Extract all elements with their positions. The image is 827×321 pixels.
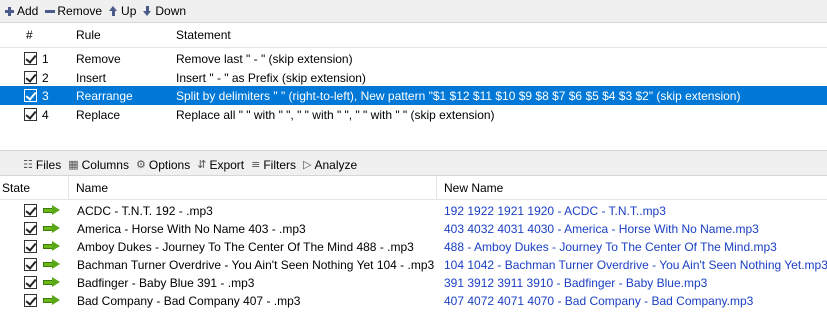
file-new-name: 407 4072 4071 4070 - Bad Company - Bad C…	[444, 294, 754, 308]
add-label: Add	[17, 4, 39, 18]
column-separator[interactable]	[436, 176, 437, 200]
files-label: Files	[35, 157, 62, 172]
columns-label: Columns	[81, 157, 129, 172]
file-checkbox[interactable]	[24, 240, 37, 253]
move-up-button[interactable]: Up	[109, 4, 136, 18]
file-name: Bachman Turner Overdrive - You Ain't See…	[77, 258, 435, 272]
file-name: Amboy Dukes - Journey To The Center Of T…	[77, 240, 414, 254]
file-checkbox[interactable]	[24, 204, 37, 217]
file-row[interactable]: Bad Company - Bad Company 407 - .mp3 407…	[0, 291, 827, 310]
column-separator[interactable]	[68, 176, 69, 200]
file-row[interactable]: Amboy Dukes - Journey To The Center Of T…	[0, 237, 827, 256]
file-name: Bad Company - Bad Company 407 - .mp3	[77, 294, 301, 308]
rename-arrow-icon	[43, 205, 60, 216]
move-down-button[interactable]: Down	[143, 4, 186, 18]
file-checkbox[interactable]	[24, 294, 37, 307]
rename-arrow-icon	[43, 277, 60, 288]
rule-num: 3	[42, 89, 49, 103]
file-name: ACDC - T.N.T. 192 - .mp3	[77, 204, 213, 218]
export-menu-button[interactable]: ⇵ Export	[197, 158, 244, 172]
file-checkbox[interactable]	[24, 276, 37, 289]
analyze-label: Analyze	[314, 157, 358, 172]
file-new-name: 403 4032 4031 4030 - America - Horse Wit…	[444, 222, 759, 236]
rules-list: # Rule Statement 1 Remove Remove last " …	[0, 22, 827, 150]
rename-arrow-icon	[43, 241, 60, 252]
arrow-up-icon	[109, 6, 118, 16]
options-label: Options	[148, 157, 191, 172]
rules-toolbar: Add Remove Up Down	[0, 0, 827, 22]
analyze-menu-button[interactable]: ▷ Analyze	[303, 158, 357, 172]
files-menu-button[interactable]: ☷ Files	[23, 158, 61, 172]
header-num[interactable]: #	[26, 28, 33, 42]
rule-statement: Replace all " " with " ", " " with " ", …	[176, 108, 495, 122]
rules-header: # Rule Statement	[0, 23, 827, 48]
rule-checkbox[interactable]	[24, 89, 37, 102]
rule-checkbox[interactable]	[24, 52, 37, 65]
file-new-name: 391 3912 3911 3910 - Badfinger - Baby Bl…	[444, 276, 708, 290]
add-rule-button[interactable]: Add	[5, 4, 38, 18]
file-new-name: 488 - Amboy Dukes - Journey To The Cente…	[444, 240, 777, 254]
file-row[interactable]: Bachman Turner Overdrive - You Ain't See…	[0, 255, 827, 274]
rename-arrow-icon	[43, 295, 60, 306]
header-name[interactable]: Name	[76, 181, 108, 195]
files-toolbar: ☷ Files ▦ Columns ⚙ Options ⇵ Export ≡ F…	[0, 154, 827, 176]
options-icon: ⚙	[135, 158, 146, 171]
columns-icon: ▦	[68, 158, 79, 171]
header-new-name[interactable]: New Name	[444, 181, 503, 195]
header-state[interactable]: State	[2, 181, 30, 195]
rule-num: 1	[42, 52, 49, 66]
rule-statement: Insert " - " as Prefix (skip extension)	[176, 71, 366, 85]
rename-arrow-icon	[43, 223, 60, 234]
up-label: Up	[121, 4, 137, 18]
rule-row[interactable]: 4 Replace Replace all " " with " ", " " …	[0, 105, 827, 124]
rename-arrow-icon	[43, 259, 60, 270]
rule-row[interactable]: 2 Insert Insert " - " as Prefix (skip ex…	[0, 68, 827, 87]
filters-label: Filters	[263, 157, 297, 172]
rule-name: Insert	[76, 71, 107, 85]
rule-statement: Split by delimiters " " (right-to-left),…	[176, 89, 741, 103]
export-icon: ⇵	[197, 158, 207, 171]
rule-checkbox[interactable]	[24, 71, 37, 84]
rule-row[interactable]: 1 Remove Remove last " - " (skip extensi…	[0, 49, 827, 68]
remove-label: Remove	[57, 4, 103, 18]
export-label: Export	[209, 157, 245, 172]
files-icon: ☷	[23, 158, 33, 171]
rule-name: Remove	[76, 52, 121, 66]
files-header: State Name New Name	[0, 176, 827, 200]
rule-name: Rearrange	[76, 89, 133, 103]
rule-name: Replace	[76, 108, 121, 122]
remove-rule-button[interactable]: Remove	[45, 4, 102, 18]
file-row[interactable]: ACDC - T.N.T. 192 - .mp3 192 1922 1921 1…	[0, 201, 827, 220]
options-menu-button[interactable]: ⚙ Options	[136, 158, 190, 172]
arrow-down-icon	[143, 6, 152, 16]
file-new-name: 192 1922 1921 1920 - ACDC - T.N.T..mp3	[444, 204, 666, 218]
file-name: America - Horse With No Name 403 - .mp3	[77, 222, 306, 236]
header-statement[interactable]: Statement	[176, 28, 231, 42]
files-list: State Name New Name ACDC - T.N.T. 192 - …	[0, 176, 827, 321]
rule-num: 4	[42, 108, 49, 122]
file-new-name: 104 1042 - Bachman Turner Overdrive - Yo…	[444, 258, 827, 272]
plus-icon	[5, 6, 14, 16]
file-row[interactable]: Badfinger - Baby Blue 391 - .mp3 391 391…	[0, 273, 827, 292]
analyze-icon: ▷	[303, 158, 312, 171]
file-name: Badfinger - Baby Blue 391 - .mp3	[77, 276, 255, 290]
rule-row-selected[interactable]: 3 Rearrange Split by delimiters " " (rig…	[0, 86, 827, 105]
file-checkbox[interactable]	[24, 258, 37, 271]
header-rule[interactable]: Rule	[76, 28, 101, 42]
rule-num: 2	[42, 71, 49, 85]
file-checkbox[interactable]	[24, 222, 37, 235]
down-label: Down	[155, 4, 187, 18]
rule-statement: Remove last " - " (skip extension)	[176, 52, 353, 66]
rule-checkbox[interactable]	[24, 108, 37, 121]
columns-menu-button[interactable]: ▦ Columns	[68, 158, 129, 172]
file-row[interactable]: America - Horse With No Name 403 - .mp3 …	[0, 219, 827, 238]
minus-icon	[45, 7, 56, 16]
filters-menu-button[interactable]: ≡ Filters	[251, 158, 296, 172]
filters-icon: ≡	[251, 158, 261, 171]
